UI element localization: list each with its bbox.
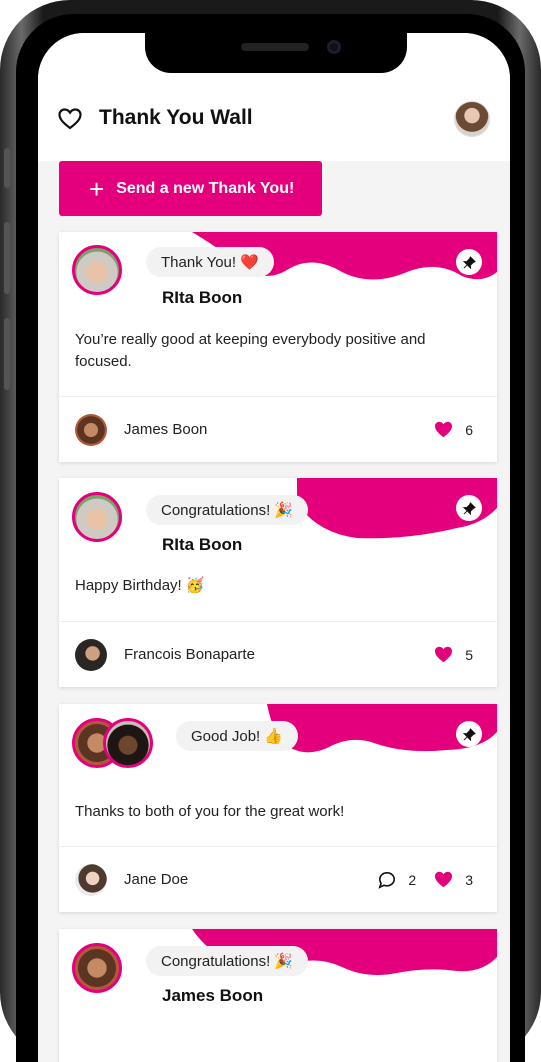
like-button[interactable]: 3 [434, 871, 473, 888]
heart-icon [434, 421, 453, 438]
sender-avatar [75, 413, 107, 446]
pin-icon[interactable] [456, 495, 482, 521]
recipient-name: RIta Boon [162, 288, 243, 307]
thank-you-card[interactable]: Congratulations! 🎉 RIta Boon Happy Birth… [59, 478, 497, 687]
page-title: Thank You Wall [99, 106, 253, 129]
front-camera [327, 40, 341, 54]
category-badge: Thank You! ❤️ [146, 247, 274, 277]
heart-outline-icon [58, 108, 82, 130]
like-button[interactable]: 5 [434, 646, 473, 663]
like-count: 6 [465, 421, 473, 438]
heart-icon [434, 871, 453, 888]
thank-you-card[interactable]: Thank You! ❤️ RIta Boon You’re really go… [59, 232, 497, 462]
recipient-name: RIta Boon [162, 535, 243, 554]
volume-up-button [4, 222, 10, 294]
comment-button[interactable]: 2 [378, 871, 416, 889]
like-count: 3 [465, 871, 473, 888]
user-avatar[interactable] [454, 101, 490, 137]
sender-name: Jane Doe [124, 871, 189, 888]
like-button[interactable]: 6 [434, 421, 473, 438]
send-thank-you-label: Send a new Thank You! [116, 179, 295, 197]
speaker-grille [241, 43, 309, 51]
phone-notch [145, 33, 407, 73]
volume-down-button [4, 318, 10, 390]
recipient-avatar [72, 943, 122, 993]
category-badge: Good Job! 👍 [176, 721, 299, 751]
recipient-avatar [103, 718, 153, 768]
category-badge: Congratulations! 🎉 [146, 495, 309, 525]
sender-name: Francois Bonaparte [124, 646, 255, 663]
app-screen: Thank You Wall + Send a new Thank You! T… [38, 33, 510, 1062]
sender-avatar [75, 638, 107, 671]
category-badge: Congratulations! 🎉 [146, 946, 309, 976]
card-footer: Jane Doe 2 3 [59, 846, 497, 912]
thank-you-card[interactable]: Good Job! 👍 Thanks to both of you for th… [59, 704, 497, 912]
card-footer: Francois Bonaparte 5 [59, 621, 497, 687]
recipient-avatar [72, 492, 122, 542]
message-text: Thanks to both of you for the great work… [75, 803, 345, 820]
send-thank-you-button[interactable]: + Send a new Thank You! [59, 161, 322, 216]
message-text: You’re really good at keeping everybody … [75, 331, 426, 370]
pin-icon[interactable] [456, 249, 482, 275]
thank-you-card[interactable]: Congratulations! 🎉 James Boon [59, 929, 497, 1062]
heart-icon [434, 646, 453, 663]
plus-icon: + [89, 173, 105, 204]
comment-count: 2 [408, 871, 417, 888]
recipient-name: James Boon [162, 986, 264, 1005]
like-count: 5 [465, 646, 473, 663]
pin-icon[interactable] [456, 721, 482, 747]
mute-switch [4, 148, 10, 188]
message-text: Happy Birthday! 🥳 [75, 577, 205, 594]
sender-name: James Boon [124, 421, 208, 438]
sender-avatar [75, 863, 107, 896]
comment-icon [378, 871, 396, 889]
recipient-avatar [72, 245, 122, 295]
card-footer: James Boon 6 [59, 396, 497, 462]
